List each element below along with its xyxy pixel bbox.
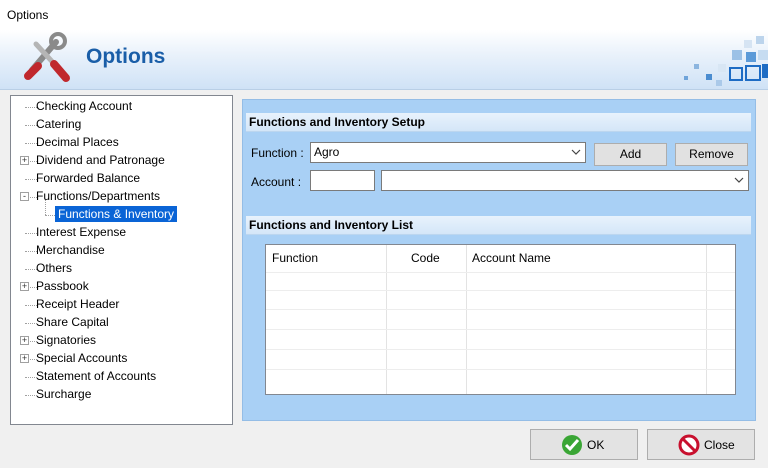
remove-button[interactable]: Remove — [675, 143, 748, 166]
ok-button-label: OK — [587, 438, 605, 452]
no-entry-icon — [678, 434, 700, 456]
tree-item-label: Receipt Header — [36, 297, 120, 311]
expand-icon[interactable]: + — [20, 282, 29, 291]
tree-item-label: Interest Expense — [36, 225, 127, 239]
tree-item[interactable]: Receipt Header — [11, 296, 232, 314]
tree-item-label: Checking Account — [36, 99, 133, 113]
tree-connector — [45, 215, 55, 216]
tree-item[interactable]: Statement of Accounts — [11, 368, 232, 386]
tree-item[interactable]: + Passbook — [11, 278, 232, 296]
tree-item-label: Signatories — [36, 333, 97, 347]
account-name-select[interactable] — [381, 170, 749, 191]
tree-item-label: Share Capital — [36, 315, 109, 329]
collapse-icon[interactable]: - — [20, 192, 29, 201]
list-section-header: Functions and Inventory List — [246, 216, 751, 235]
check-icon — [562, 435, 582, 455]
account-code-field[interactable] — [310, 170, 375, 191]
chevron-down-icon — [571, 149, 581, 155]
column-header-code[interactable]: Code — [411, 245, 440, 272]
tree-connector — [45, 198, 46, 215]
window-title: Options — [7, 8, 49, 22]
options-banner: Options — [0, 30, 768, 90]
tree-item-label: Dividend and Patronage — [36, 153, 165, 167]
expand-icon[interactable]: + — [20, 354, 29, 363]
tree-item-label: Surcharge — [36, 387, 92, 401]
tree-item-label: Others — [36, 261, 73, 275]
setup-section-header: Functions and Inventory Setup — [246, 113, 751, 132]
tree-item-label: Functions & Inventory — [55, 206, 178, 222]
column-header-account-name[interactable]: Account Name — [472, 245, 551, 272]
tree-item[interactable]: Functions & Inventory — [11, 198, 232, 224]
tree-item[interactable]: Decimal Places — [11, 134, 232, 152]
tree-item-label: Passbook — [36, 279, 89, 293]
close-button[interactable]: Close — [647, 429, 755, 460]
column-header-function[interactable]: Function — [272, 245, 318, 272]
tree-item[interactable]: Others — [11, 260, 232, 278]
expand-icon[interactable]: + — [20, 336, 29, 345]
tools-icon — [24, 32, 70, 82]
tree-item[interactable]: + Signatories — [11, 332, 232, 350]
tree-item-label: Merchandise — [36, 243, 105, 257]
account-label: Account : — [251, 175, 302, 189]
row-divider — [266, 329, 735, 330]
tree-item[interactable]: Checking Account — [11, 98, 232, 116]
row-divider — [266, 290, 735, 291]
function-label: Function : — [251, 146, 304, 160]
window-title-bar: Options — [0, 0, 768, 30]
tree-item-label: Decimal Places — [36, 135, 119, 149]
tree-item[interactable]: + Dividend and Patronage — [11, 152, 232, 170]
tree-item-label: Forwarded Balance — [36, 171, 141, 185]
ok-button[interactable]: OK — [530, 429, 638, 460]
close-button-label: Close — [704, 438, 735, 452]
tree-item[interactable]: Interest Expense — [11, 224, 232, 242]
expand-icon[interactable]: + — [20, 156, 29, 165]
tree-item-label: Special Accounts — [36, 351, 128, 365]
row-divider — [266, 369, 735, 370]
functions-inventory-panel: Functions and Inventory Setup Function :… — [242, 99, 756, 421]
column-divider — [706, 245, 707, 394]
chevron-down-icon — [734, 177, 744, 183]
tree-item[interactable]: + Special Accounts — [11, 350, 232, 368]
tree-item[interactable]: Share Capital — [11, 314, 232, 332]
banner-title: Options — [86, 45, 166, 68]
tree-item[interactable]: Catering — [11, 116, 232, 134]
tree-item-label: Functions/Departments — [36, 189, 161, 203]
tree-item[interactable]: Forwarded Balance — [11, 170, 232, 188]
function-select-value: Agro — [314, 145, 340, 159]
column-divider — [386, 245, 387, 394]
add-button[interactable]: Add — [594, 143, 667, 166]
column-divider — [466, 245, 467, 394]
decorative-squares — [684, 36, 768, 86]
functions-inventory-table[interactable]: Function Code Account Name — [265, 244, 736, 395]
row-divider — [266, 272, 735, 273]
tree-item-label: Catering — [36, 117, 82, 131]
tree-item[interactable]: Surcharge — [11, 386, 232, 404]
function-select[interactable]: Agro — [310, 142, 586, 163]
tree-item[interactable]: Merchandise — [11, 242, 232, 260]
tree-item-label: Statement of Accounts — [36, 369, 157, 383]
row-divider — [266, 309, 735, 310]
options-tree[interactable]: Checking Account Catering Decimal Places + D… — [10, 95, 233, 425]
row-divider — [266, 349, 735, 350]
